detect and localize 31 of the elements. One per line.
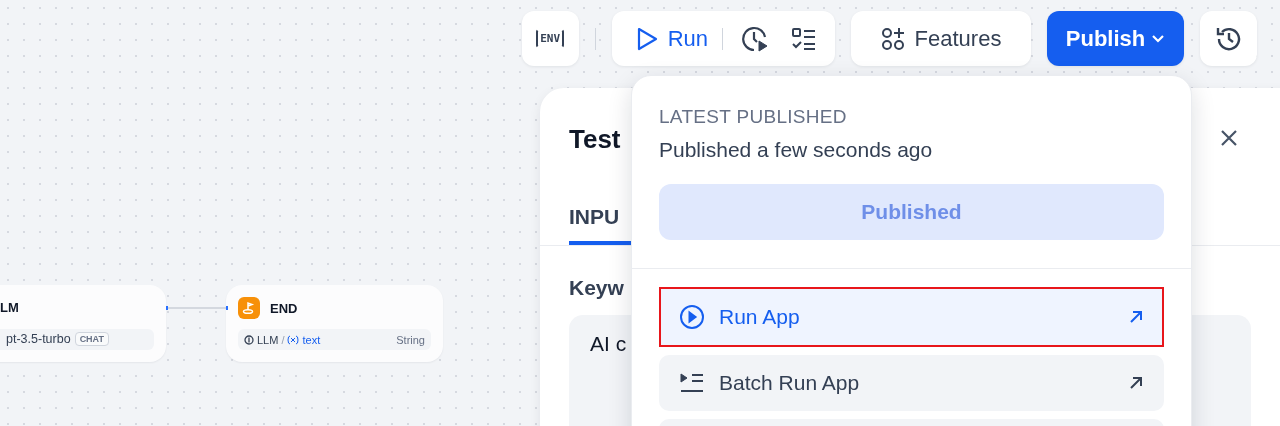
publish-status: Published a few seconds ago — [659, 138, 934, 162]
menu-item[interactable]: Run App — [659, 287, 1164, 347]
mode-tag: CHAT — [74, 332, 109, 347]
external-link-icon — [1128, 309, 1144, 325]
menu-item[interactable]: Batch Run App — [659, 355, 1164, 411]
node-title: END — [270, 300, 298, 316]
path-separator: / — [281, 333, 285, 346]
features-icon — [880, 26, 905, 51]
features-button[interactable]: Features — [851, 11, 1031, 66]
env-button[interactable]: ENV — [521, 11, 579, 66]
chevron-down-icon — [1151, 33, 1166, 44]
field-label: Keyw — [569, 276, 624, 300]
play-icon — [635, 26, 658, 51]
variable-icon — [287, 334, 300, 345]
variable-name: text — [302, 333, 321, 346]
list-play-icon — [679, 372, 705, 394]
history-icon[interactable] — [1200, 11, 1257, 66]
panel-title: Test — [569, 124, 621, 155]
run-button[interactable]: Run — [635, 25, 708, 52]
llm-node-card[interactable]: LM pt-3.5-turbo CHAT — [0, 285, 166, 362]
node-title: LM — [0, 300, 19, 316]
node-icon — [244, 334, 254, 345]
variable-type: String — [396, 333, 425, 346]
publish-button[interactable]: Publish — [1047, 11, 1184, 66]
end-node-card[interactable]: END LLM / text String — [226, 285, 443, 362]
section-heading: LATEST PUBLISHED — [659, 106, 848, 128]
model-name: pt-3.5-turbo — [6, 332, 71, 347]
flag-icon — [238, 297, 260, 319]
external-link-icon — [1128, 375, 1144, 391]
play-circle-icon — [679, 304, 705, 330]
source-node-name: LLM — [257, 333, 279, 346]
